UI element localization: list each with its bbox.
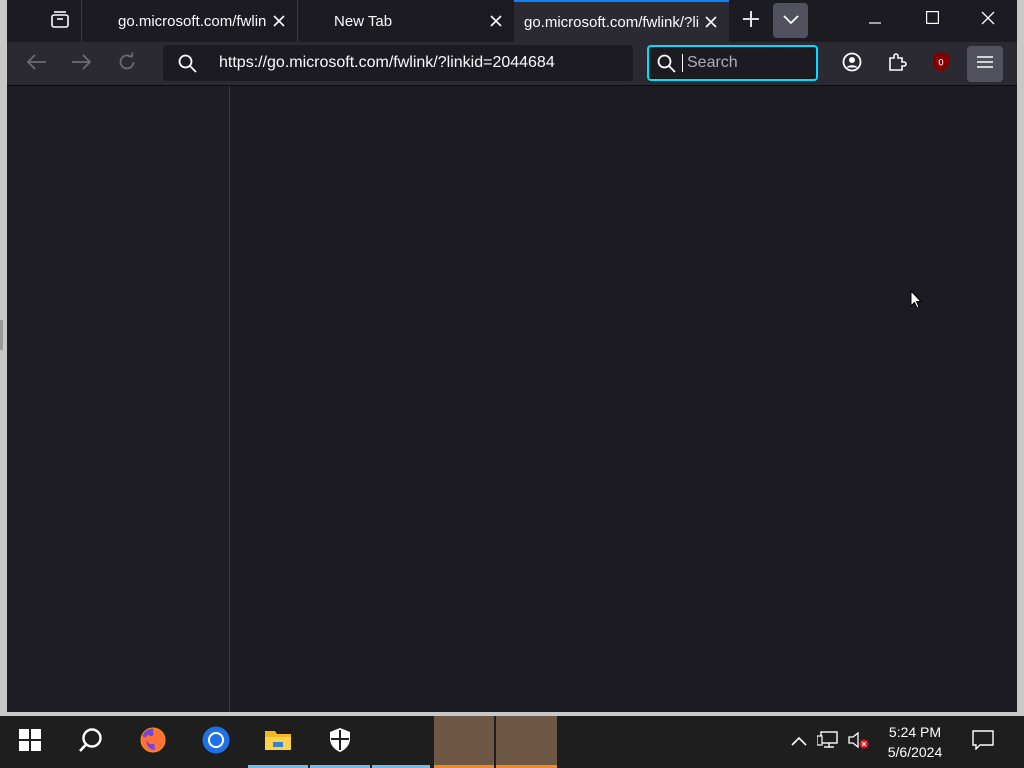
- minimize-icon: [869, 11, 881, 29]
- shield-icon: [328, 727, 352, 758]
- extension-badge: 0: [938, 58, 944, 68]
- mouse-cursor: [910, 289, 923, 314]
- firefox-view-button[interactable]: [41, 5, 79, 37]
- tab-title: go.microsoft.com/fwlink/?linkid=2044684: [524, 13, 699, 31]
- network-monitor-icon: [816, 730, 839, 755]
- start-button[interactable]: [0, 716, 60, 768]
- action-center-button[interactable]: [971, 729, 995, 755]
- url-bar[interactable]: https://go.microsoft.com/fwlink/?linkid=…: [163, 45, 633, 81]
- taskbar-app-thumbnail[interactable]: [496, 716, 557, 768]
- chevron-up-icon: [791, 733, 807, 751]
- desktop-edge: [0, 320, 3, 350]
- folder-icon: [264, 728, 292, 757]
- chevron-down-icon: [782, 12, 799, 30]
- ublock-shield-icon: 0: [931, 51, 951, 78]
- maximize-button[interactable]: [904, 0, 960, 40]
- taskbar-firefox[interactable]: [122, 716, 184, 768]
- navigation-toolbar: https://go.microsoft.com/fwlink/?linkid=…: [7, 42, 1017, 86]
- network-button[interactable]: [816, 730, 840, 754]
- close-icon[interactable]: [484, 9, 508, 33]
- system-clock[interactable]: 5:24 PM 5/6/2024: [872, 722, 958, 762]
- new-tab-button[interactable]: [735, 5, 767, 37]
- reload-icon: [117, 51, 137, 77]
- sidebar-panel: [7, 86, 230, 712]
- page-content: [230, 86, 1017, 712]
- volume-button[interactable]: [846, 730, 870, 754]
- search-box[interactable]: [647, 45, 818, 81]
- forward-button[interactable]: [64, 47, 98, 81]
- tab-1[interactable]: go.microsoft.com/fwlink/?linkid=2044684: [82, 0, 297, 42]
- tab-3-active[interactable]: go.microsoft.com/fwlink/?linkid=2044684: [514, 0, 729, 42]
- firefox-icon: [139, 726, 167, 759]
- ublock-origin-button[interactable]: 0: [923, 46, 959, 82]
- list-all-tabs-button[interactable]: [773, 3, 808, 38]
- tab-title: go.microsoft.com/fwlink/?linkid=2044684: [118, 12, 267, 30]
- speaker-muted-icon: [847, 730, 869, 755]
- text-caret: [682, 54, 683, 72]
- tab-2[interactable]: New Tab: [298, 0, 514, 42]
- hamburger-menu-icon: [977, 55, 993, 74]
- reload-button[interactable]: [110, 47, 144, 81]
- search-input[interactable]: [687, 54, 807, 72]
- extensions-button[interactable]: [879, 46, 915, 82]
- tab-title: New Tab: [334, 12, 393, 30]
- close-window-button[interactable]: [960, 0, 1016, 40]
- account-icon: [842, 52, 862, 77]
- close-icon: [981, 11, 995, 30]
- taskbar-windows-security[interactable]: [310, 716, 370, 768]
- taskbar: 5:24 PM 5/6/2024: [0, 716, 1024, 768]
- minimize-button[interactable]: [847, 0, 903, 40]
- taskbar-file-explorer[interactable]: [248, 716, 308, 768]
- search-icon: [657, 54, 676, 73]
- maximize-icon: [925, 11, 939, 29]
- close-icon[interactable]: [699, 10, 723, 34]
- account-button[interactable]: [834, 46, 870, 82]
- back-arrow-icon: [26, 53, 47, 75]
- app-menu-button[interactable]: [967, 46, 1003, 82]
- firefox-view-icon: [50, 10, 70, 33]
- clock-date: 5/6/2024: [887, 744, 943, 760]
- notification-icon: [972, 729, 994, 755]
- windows-logo-icon: [19, 728, 41, 756]
- taskbar-app-thumbnail[interactable]: [434, 716, 494, 768]
- tab-strip: go.microsoft.com/fwlink/?linkid=2044684 …: [7, 0, 1017, 42]
- back-button[interactable]: [20, 47, 54, 81]
- url-text[interactable]: https://go.microsoft.com/fwlink/?linkid=…: [219, 54, 555, 72]
- puzzle-piece-icon: [887, 52, 907, 77]
- forward-arrow-icon: [71, 53, 92, 75]
- taskbar-app[interactable]: [372, 716, 430, 768]
- close-icon[interactable]: [267, 9, 291, 33]
- plus-icon: [742, 10, 760, 33]
- show-hidden-icons-button[interactable]: [787, 730, 811, 754]
- taskbar-search-button[interactable]: [60, 716, 122, 768]
- clock-time: 5:24 PM: [888, 724, 942, 740]
- search-icon: [78, 727, 104, 758]
- browser-window: go.microsoft.com/fwlink/?linkid=2044684 …: [7, 0, 1017, 712]
- chrome-icon: [201, 725, 231, 760]
- search-icon: [178, 54, 197, 78]
- taskbar-chrome[interactable]: [184, 716, 248, 768]
